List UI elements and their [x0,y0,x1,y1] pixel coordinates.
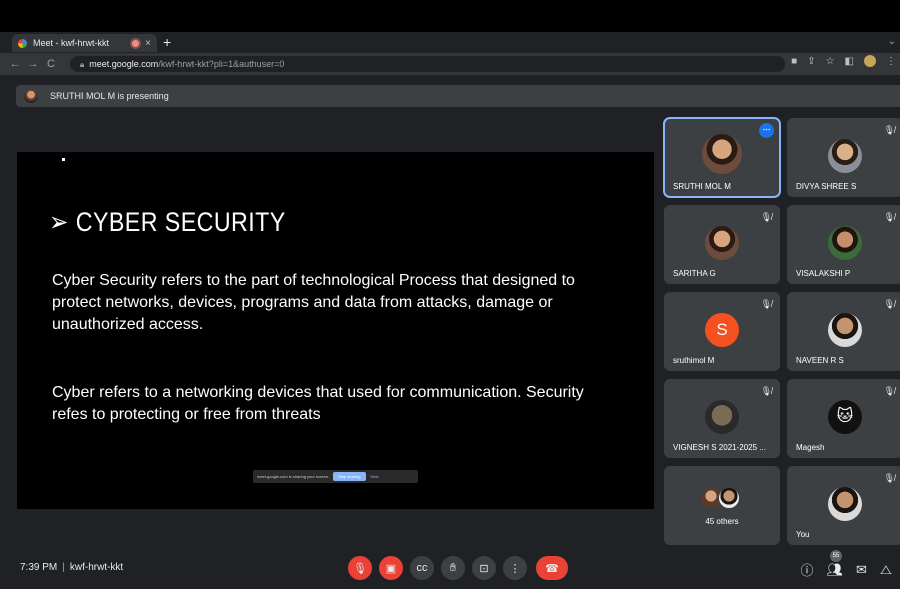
share-info-text: meet.google.com is sharing your screen. [257,474,330,479]
mic-off-icon: 🎙︎ [353,562,367,575]
participant-avatar [705,400,739,434]
cursor-icon [62,158,65,161]
more-options-icon[interactable]: ⋯ [759,123,774,138]
participant-tile[interactable]: S 🎙︎̸ sruthimol M [664,292,780,371]
present-button[interactable]: ⊡ [472,556,496,580]
participant-name: Magesh [796,443,825,452]
participant-tile[interactable]: 🎙︎̸ VISALAKSHI P [787,205,900,284]
slide-paragraph-1: Cyber Security refers to the part of tec… [52,272,575,333]
participant-name: VISALAKSHI P [796,269,851,278]
side-panel-buttons: ⓘ 👥︎ ✉︎ ⧍ [800,560,892,579]
activities-icon[interactable]: ⧍ [880,562,892,578]
presenting-banner: SRUTHI MOL M is presenting [16,85,900,107]
forward-button[interactable]: → [24,58,42,70]
participant-avatar-cat-icon: 🐱︎ [828,400,862,434]
participant-tile[interactable]: 🎙︎̸ DIVYA SHREE S [787,118,900,197]
participant-tile[interactable]: 🎙︎̸ SARITHA G [664,205,780,284]
raise-hand-button[interactable]: ✋︎ [441,556,465,580]
participant-avatar [828,139,862,173]
mic-off-icon: 🎙︎̸ [883,212,895,222]
new-tab-button[interactable]: + [163,34,171,50]
menu-icon[interactable]: ⋮ [886,56,896,67]
captions-button[interactable]: cc [410,556,434,580]
mic-off-icon: 🎙︎̸ [883,386,895,396]
participant-name: NAVEEN R S [796,356,844,365]
more-options-icon: ⋮ [509,562,521,575]
screen-top-bar [0,0,900,32]
side-panel-icon[interactable]: ◧ [845,56,854,67]
people-icon[interactable]: 👥︎ [826,562,843,578]
back-button[interactable]: ← [6,58,24,70]
url-host: meet.google.com [89,59,159,69]
recording-dot-icon [132,39,140,47]
mic-off-icon: 🎙︎̸ [883,299,895,309]
meet-favicon-icon [18,38,27,48]
participant-avatar [702,134,742,174]
participant-avatar [705,226,739,260]
bookmark-star-icon[interactable]: ☆ [826,56,835,67]
others-tile[interactable]: 45 others [664,466,780,545]
self-tile[interactable]: 🎙︎̸ You [787,466,900,545]
mic-off-icon: 🎙︎̸ [760,299,772,309]
hang-up-icon: ☎︎ [545,562,559,575]
profile-avatar[interactable] [864,55,876,67]
present-icon: ⊡ [479,562,489,575]
participant-avatar [828,313,862,347]
tab-search-chevron-icon[interactable]: ⌄ [888,36,896,47]
info-icon[interactable]: ⓘ [800,560,813,579]
slide-paragraph-2: Cyber refers to a networking devices tha… [52,384,584,423]
reload-button[interactable]: C [42,58,60,70]
presenting-text: SRUTHI MOL M is presenting [50,91,169,101]
url-path: /kwf-hrwt-kkt?pli=1&authuser=0 [158,59,285,69]
clock: 7:39 PM [20,562,58,573]
participant-tile[interactable]: 🎙︎̸ VIGNESH S 2021-2025 ... [664,379,780,458]
participant-name: SARITHA G [673,269,716,278]
participant-name: sruthimol M [673,356,715,365]
mic-off-icon: 🎙︎̸ [883,473,895,483]
chat-icon[interactable]: ✉︎ [856,562,867,578]
shared-screen: ➢ CYBER SECURITY Cyber Security refers t… [17,152,654,509]
screen-share-bar: meet.google.com is sharing your screen. … [253,470,418,483]
lock-icon: 🔒︎ [80,60,85,69]
participant-tile[interactable]: 🎙︎̸ NAVEEN R S [787,292,900,371]
browser-tab[interactable]: Meet - kwf-hrwt-kkt × [12,34,157,52]
tab-title: Meet - kwf-hrwt-kkt [33,38,110,48]
meeting-code: kwf-hrwt-kkt [69,562,124,573]
leave-call-button[interactable]: ☎︎ [536,556,568,580]
camera-off-icon: ▣ [385,562,397,575]
others-avatar-stack [700,487,744,511]
share-icon[interactable]: ⇪ [807,56,815,67]
slide-title: ➢ CYBER SECURITY [49,207,286,237]
others-count: 45 others [705,517,739,526]
captions-icon: cc [416,562,428,574]
participant-avatar [828,226,862,260]
more-options-button[interactable]: ⋮ [503,556,527,580]
mic-toggle-button[interactable]: 🎙︎ [348,556,372,580]
participant-name: You [796,530,810,539]
mic-off-icon: 🎙︎̸ [883,125,895,135]
toolbar-icons: ■ ⇪ ☆ ◧ ⋮ [791,55,896,67]
participant-avatar [718,487,740,509]
participant-tile[interactable]: ⋯ SRUTHI MOL M [663,117,781,198]
raise-hand-icon: ✋︎ [449,561,457,574]
hide-share-bar-button[interactable]: Hide [371,474,379,479]
participant-name: VIGNESH S 2021-2025 ... [673,443,766,452]
camera-indicator-icon[interactable]: ■ [791,56,797,67]
presenter-avatar [24,89,38,103]
address-bar[interactable]: 🔒︎ meet.google.com/kwf-hrwt-kkt?pli=1&aut… [70,56,785,72]
self-avatar [828,487,862,521]
participant-tile[interactable]: 🐱︎ 🎙︎̸ Magesh [787,379,900,458]
separator: | [62,562,65,573]
participant-name: SRUTHI MOL M [673,182,731,191]
meeting-details: 7:39 PM | kwf-hrwt-kkt [20,562,123,573]
participant-letter-avatar: S [705,313,739,347]
mic-off-icon: 🎙︎̸ [760,212,772,222]
stop-sharing-button[interactable]: Stop sharing [333,472,366,481]
meet-window: Meet - kwf-hrwt-kkt × + ⌄ ← → C 🔒︎ meet.g… [0,0,900,589]
camera-toggle-button[interactable]: ▣ [379,556,403,580]
participant-name: DIVYA SHREE S [796,182,857,191]
mic-off-icon: 🎙︎̸ [760,386,772,396]
tab-close-icon[interactable]: × [145,38,151,49]
